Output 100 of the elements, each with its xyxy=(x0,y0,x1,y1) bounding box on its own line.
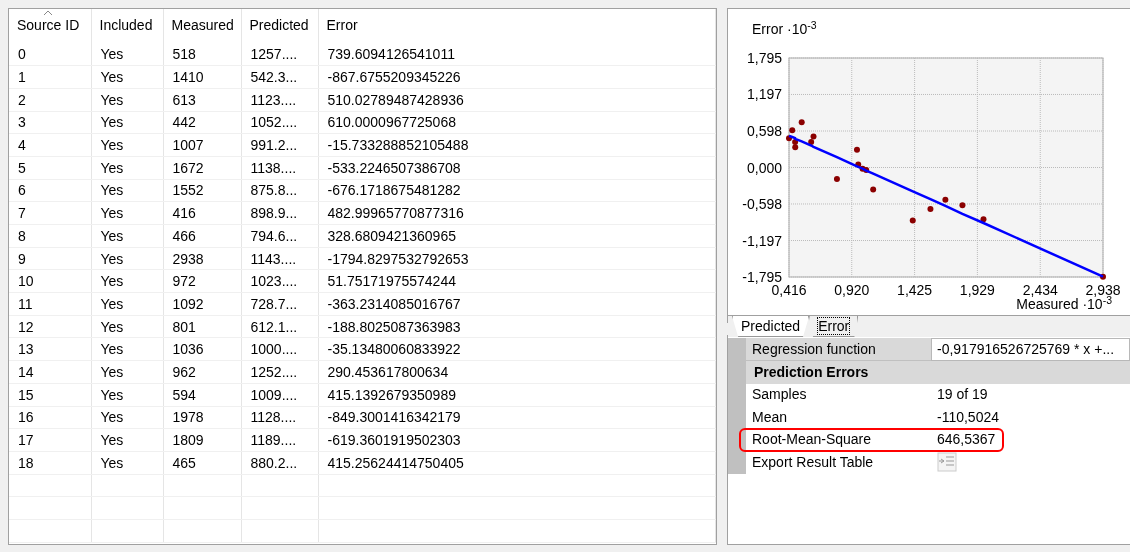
table-cell: 794.6... xyxy=(241,224,318,248)
tick-label: 0,920 xyxy=(834,282,870,298)
table-cell: 594 xyxy=(163,383,241,406)
table-cell: 1009.... xyxy=(241,383,318,406)
property-label: Regression function xyxy=(746,338,931,361)
table-cell: 991.2... xyxy=(241,133,318,157)
property-value: 19 of 19 xyxy=(936,385,989,405)
table-cell: 442 xyxy=(163,111,241,134)
table-cell: Yes xyxy=(91,224,163,248)
table-cell: 1143.... xyxy=(241,247,318,270)
table-cell: Yes xyxy=(91,247,163,270)
table-cell: 15 xyxy=(9,383,91,406)
table-cell: Yes xyxy=(91,179,163,202)
table-cell: 1 xyxy=(9,65,91,89)
table-cell: Yes xyxy=(91,292,163,316)
table-cell: -35.13480060833922 xyxy=(318,337,716,361)
table-cell: -619.3601919502303 xyxy=(318,428,716,452)
table-cell: Yes xyxy=(91,111,163,134)
table-cell: 1257.... xyxy=(241,43,318,66)
table-cell: 1138.... xyxy=(241,156,318,180)
table-cell: 1052.... xyxy=(241,111,318,134)
table-cell: Yes xyxy=(91,315,163,338)
table-cell: 1189.... xyxy=(241,428,318,452)
table-cell: Yes xyxy=(91,337,163,361)
tick-label: 1,929 xyxy=(959,282,995,298)
tick-label: -1,795 xyxy=(742,269,782,285)
table-cell: 1000.... xyxy=(241,337,318,361)
table-cell: 10 xyxy=(9,269,91,293)
table-cell: 880.2... xyxy=(241,451,318,475)
tick-label: -0,598 xyxy=(742,196,782,212)
table-cell: 328.6809421360965 xyxy=(318,224,716,248)
table-cell: 5 xyxy=(9,156,91,180)
table-cell: 1410 xyxy=(163,65,241,89)
table-cell: 2938 xyxy=(163,247,241,270)
table-cell: Yes xyxy=(91,133,163,157)
tick-label: 1,425 xyxy=(897,282,933,298)
property-value: 646,5367 xyxy=(936,430,996,450)
table-cell: 14 xyxy=(9,360,91,384)
table-cell: 51.75171975574244 xyxy=(318,269,716,293)
table-cell: 416 xyxy=(163,201,241,225)
property-value: -110,5024 xyxy=(936,407,1000,427)
table-cell: 728.7... xyxy=(241,292,318,316)
property-label: Samples xyxy=(751,385,808,405)
tick-label: 0,416 xyxy=(771,282,807,298)
table-cell: 612.1... xyxy=(241,315,318,338)
table-cell: 4 xyxy=(9,133,91,157)
table-cell: 1252.... xyxy=(241,360,318,384)
table-cell: 8 xyxy=(9,224,91,248)
table-cell: Yes xyxy=(91,269,163,293)
table-cell: Yes xyxy=(91,451,163,475)
table-cell: 7 xyxy=(9,201,91,225)
table-cell: 1092 xyxy=(163,292,241,316)
section-header: Prediction Errors xyxy=(746,361,1130,384)
table-cell: Yes xyxy=(91,360,163,384)
table-cell: 1036 xyxy=(163,337,241,361)
table-cell: 801 xyxy=(163,315,241,338)
table-cell: -15.733288852105488 xyxy=(318,133,716,157)
table-cell: 739.6094126541011 xyxy=(318,43,716,66)
table-cell: 875.8... xyxy=(241,179,318,202)
table-cell: 0 xyxy=(9,43,91,66)
table-cell: 12 xyxy=(9,315,91,338)
table-cell: Yes xyxy=(91,43,163,66)
table-cell: 510.02789487428936 xyxy=(318,88,716,112)
table-cell: Yes xyxy=(91,88,163,112)
table-cell: 415.1392679350989 xyxy=(318,383,716,406)
table-cell: 1023.... xyxy=(241,269,318,293)
table-cell: 1007 xyxy=(163,133,241,157)
tick-label: 1,197 xyxy=(746,86,782,103)
table-cell: 16 xyxy=(9,406,91,429)
table-cell: 11 xyxy=(9,292,91,316)
table-cell: 1809 xyxy=(163,428,241,452)
table-cell: -363.2314085016767 xyxy=(318,292,716,316)
table-cell: 610.0000967725068 xyxy=(318,111,716,134)
table-cell: Yes xyxy=(91,383,163,406)
table-cell: 465 xyxy=(163,451,241,475)
tick-label: 0,598 xyxy=(746,123,782,139)
table-cell: 1123.... xyxy=(241,88,318,112)
property-label: Mean xyxy=(751,407,789,427)
table-cell: -849.3001416342179 xyxy=(318,406,716,429)
tick-label: 2,938 xyxy=(1085,282,1121,298)
table-cell: 1128.... xyxy=(241,406,318,429)
table-cell: Yes xyxy=(91,201,163,225)
table-cell: 9 xyxy=(9,247,91,270)
table-cell: 6 xyxy=(9,179,91,202)
tick-label: -1,197 xyxy=(742,232,782,249)
table-cell: 518 xyxy=(163,43,241,66)
table-cell: 962 xyxy=(163,360,241,384)
table-cell: 898.9... xyxy=(241,201,318,225)
table-cell: Yes xyxy=(91,428,163,452)
table-cell: 466 xyxy=(163,224,241,248)
table-cell: -1794.8297532792653 xyxy=(318,247,716,270)
table-cell: Yes xyxy=(91,406,163,429)
table-cell: -867.6755209345226 xyxy=(318,65,716,89)
table-cell: 290.453617800634 xyxy=(318,360,716,384)
table-cell: -676.1718675481282 xyxy=(318,179,716,202)
table-cell: 613 xyxy=(163,88,241,112)
property-label: Export Result Table xyxy=(751,452,875,472)
tick-label: 0,000 xyxy=(746,159,782,176)
table-cell: -533.2246507386708 xyxy=(318,156,716,180)
tick-label: 1,795 xyxy=(746,50,782,66)
